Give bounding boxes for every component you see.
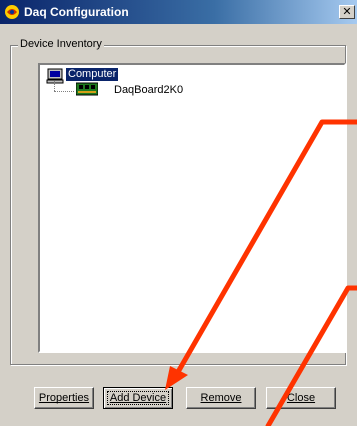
close-button[interactable]: Close bbox=[266, 387, 336, 409]
close-icon: ✕ bbox=[342, 6, 352, 18]
title-bar[interactable]: Daq Configuration ✕ bbox=[0, 0, 357, 24]
add-device-button[interactable]: Add Device bbox=[103, 387, 173, 409]
tree-connector bbox=[54, 81, 55, 91]
window-title: Daq Configuration bbox=[24, 5, 129, 19]
close-window-button[interactable]: ✕ bbox=[339, 5, 355, 19]
properties-button[interactable]: Properties bbox=[34, 387, 94, 409]
tree-node-computer-label[interactable]: Computer bbox=[64, 67, 120, 82]
device-inventory-label: Device Inventory bbox=[18, 38, 104, 50]
daq-configuration-window: Daq Configuration ✕ Device Inventory Com… bbox=[0, 0, 357, 426]
device-tree[interactable]: Computer DaqBoard2K0 bbox=[38, 63, 346, 353]
daq-board-icon bbox=[76, 82, 98, 96]
tree-connector bbox=[54, 91, 74, 92]
tree-node-daqboard-label[interactable]: DaqBoard2K0 bbox=[114, 84, 183, 96]
computer-icon bbox=[46, 68, 64, 84]
app-icon bbox=[5, 5, 19, 19]
focus-rectangle bbox=[107, 391, 169, 405]
remove-button[interactable]: Remove bbox=[186, 387, 256, 409]
